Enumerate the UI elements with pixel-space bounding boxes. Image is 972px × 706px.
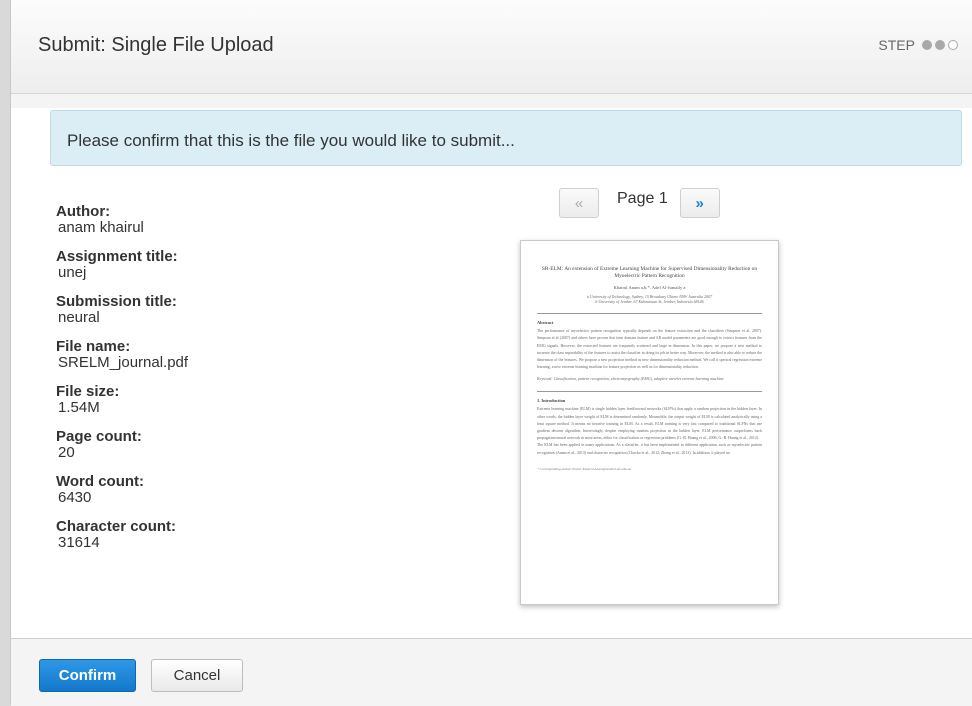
page-pager: « Page 1 » xyxy=(559,186,720,220)
meta-label: Author: xyxy=(56,203,111,220)
meta-value: SRELM_journal.pdf xyxy=(58,354,189,371)
meta-value: 6430 xyxy=(58,489,92,506)
meta-label: Character count: xyxy=(56,518,177,535)
meta-label: File name: xyxy=(56,338,131,355)
page-indicator: Page 1 xyxy=(617,190,668,207)
doc-affiliation: a University of Technology, Sydney, 15 B… xyxy=(537,294,762,304)
meta-word-count: Word count: 6430 xyxy=(56,474,188,506)
submission-dialog: Submit: Single File Upload STEP Please c… xyxy=(10,0,972,706)
dialog-title: Submit: Single File Upload xyxy=(38,34,274,56)
meta-value: unej xyxy=(58,264,87,281)
step-label: STEP xyxy=(878,37,915,53)
step-1-dot-icon xyxy=(922,40,932,50)
doc-divider xyxy=(537,391,762,393)
next-page-button[interactable]: » xyxy=(679,188,720,218)
doc-authors: Khairul Anam a,b,*, Adel Al-Jumaily a xyxy=(613,285,686,291)
previous-page-button[interactable]: « xyxy=(559,188,599,218)
confirm-button[interactable]: Confirm xyxy=(39,659,136,692)
confirm-alert: Please confirm that this is the file you… xyxy=(50,110,962,166)
meta-character-count: Character count: 31614 xyxy=(56,519,188,551)
meta-label: Word count: xyxy=(56,473,145,490)
meta-file-name: File name: SRELM_journal.pdf xyxy=(56,339,188,371)
doc-abstract-text: The performance of myoelectric pattern r… xyxy=(537,329,762,370)
doc-keywords: Keyword: Classification, pattern recogni… xyxy=(537,376,724,382)
meta-label: Assignment title: xyxy=(56,248,178,265)
meta-author: Author: anam khairul xyxy=(56,204,188,236)
header-divider-band xyxy=(11,94,972,108)
file-metadata: Author: anam khairul Assignment title: u… xyxy=(56,204,188,564)
doc-intro-text: The ELM has been applied in many applica… xyxy=(537,443,762,455)
doc-footnote: * Corresponding author. Email: Khairul.A… xyxy=(537,466,632,471)
step-3-dot-icon xyxy=(948,40,958,50)
meta-value: 20 xyxy=(58,444,75,461)
meta-label: Page count: xyxy=(56,428,142,445)
doc-abstract-heading: Abstract xyxy=(537,320,554,326)
doc-intro-text: Extreme learning machine (ELM) is single… xyxy=(537,407,762,441)
cancel-button[interactable]: Cancel xyxy=(151,659,243,692)
doc-divider xyxy=(537,313,762,315)
dialog-header: Submit: Single File Upload STEP xyxy=(11,0,972,94)
dialog-footer: Confirm Cancel xyxy=(11,638,972,706)
meta-file-size: File size: 1.54M xyxy=(56,384,188,416)
meta-assignment-title: Assignment title: unej xyxy=(56,249,188,281)
step-2-dot-icon xyxy=(935,40,945,50)
document-preview: SR-ELM: An extension of Extreme Learning… xyxy=(520,240,779,605)
meta-page-count: Page count: 20 xyxy=(56,429,188,461)
meta-value: 1.54M xyxy=(58,399,100,416)
doc-intro-heading: 1. Introduction xyxy=(537,398,566,404)
doc-affiliation-2: b University of Jember, 67 Kalimantan St… xyxy=(595,299,704,305)
step-indicator: STEP xyxy=(878,37,958,53)
alert-message: Please confirm that this is the file you… xyxy=(67,131,515,150)
doc-title: SR-ELM: An extension of Extreme Learning… xyxy=(541,266,758,279)
meta-value: anam khairul xyxy=(58,219,144,236)
meta-value: neural xyxy=(58,309,100,326)
meta-label: File size: xyxy=(56,383,120,400)
meta-label: Submission title: xyxy=(56,293,177,310)
meta-submission-title: Submission title: neural xyxy=(56,294,188,326)
document-page: SR-ELM: An extension of Extreme Learning… xyxy=(521,241,778,471)
meta-value: 31614 xyxy=(58,534,100,551)
